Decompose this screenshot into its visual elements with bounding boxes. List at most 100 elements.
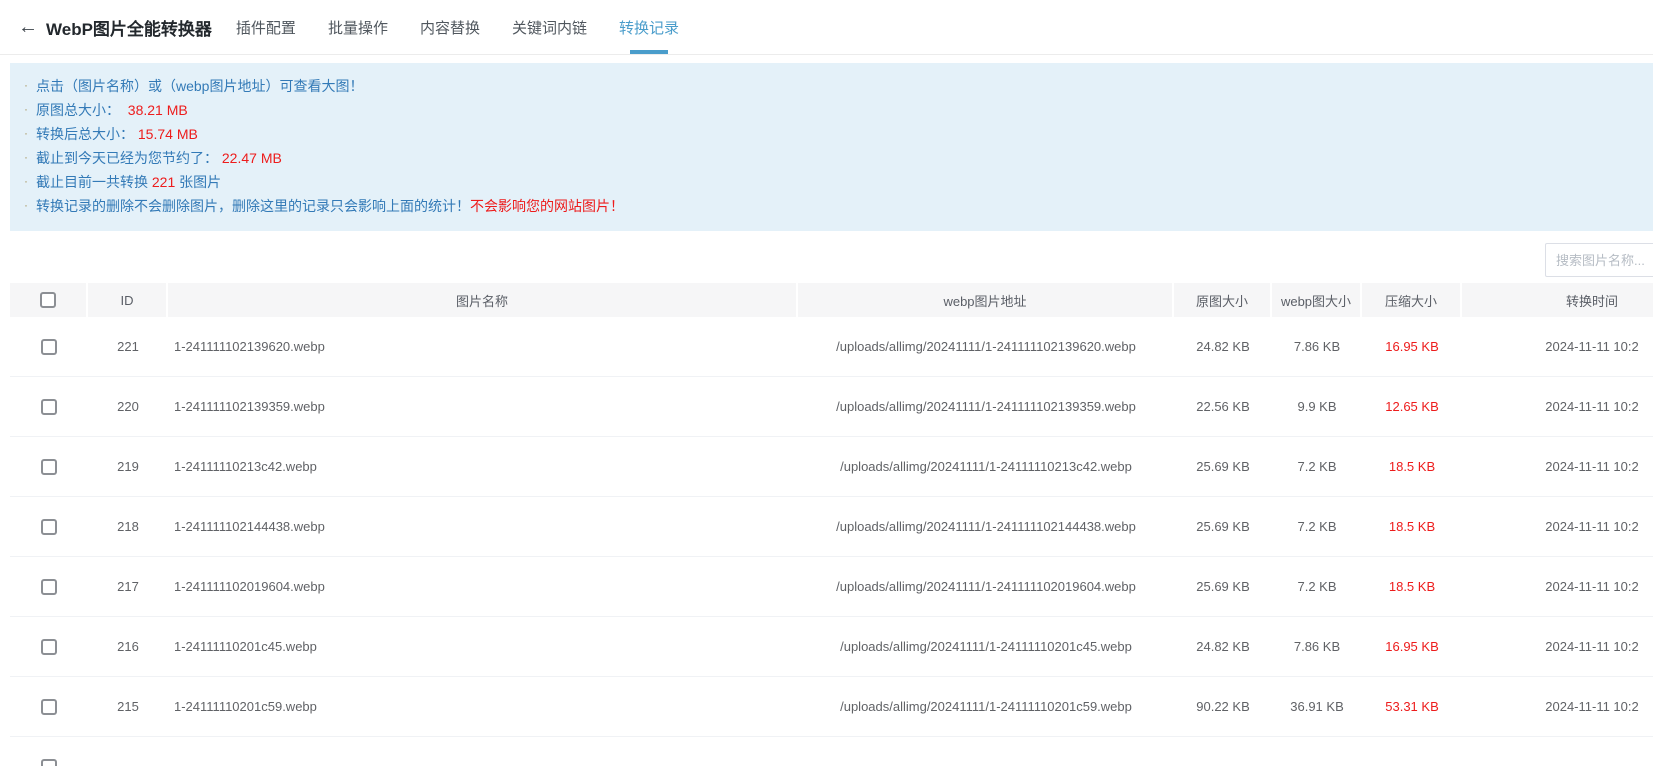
- row-checkbox[interactable]: [41, 699, 57, 715]
- table-row: 220 1-241111102139359.webp /uploads/alli…: [10, 377, 1653, 437]
- row-image-name[interactable]: 1-24111110213c42.webp: [168, 459, 798, 474]
- nav-tab-label: 内容替换: [420, 17, 480, 38]
- row-id: 219: [88, 459, 168, 474]
- row-saved-size: 18.5 KB: [1362, 459, 1462, 474]
- row-checkbox-cell: [10, 459, 88, 475]
- notice-text: 转换后总大小：: [36, 123, 138, 146]
- row-convert-time: 2024-11-11 10:2: [1462, 459, 1653, 474]
- search-input[interactable]: [1545, 243, 1653, 277]
- notice-text-suffix: 张图片: [175, 171, 221, 194]
- row-original-size: 24.82 KB: [1174, 639, 1272, 654]
- notice-line: · 截止目前一共转换 221 张图片: [24, 171, 1633, 195]
- column-header-id: ID: [88, 283, 168, 317]
- row-webp-url[interactable]: /uploads/allimg/20241111/1-24111110201c5…: [798, 699, 1174, 714]
- row-saved-size: 18.5 KB: [1362, 519, 1462, 534]
- row-convert-time: 2024-11-11 10:2: [1462, 399, 1653, 414]
- row-saved-size: 12.65 KB: [1362, 399, 1462, 414]
- row-webp-url[interactable]: /uploads/allimg/20241111/1-2411111020196…: [798, 579, 1174, 594]
- row-original-size: 24.82 KB: [1174, 339, 1272, 354]
- page: ← WebP图片全能转换器 插件配置 批量操作 内容替换 关键词内链: [0, 0, 1653, 766]
- column-header-name: 图片名称: [168, 283, 798, 317]
- row-checkbox-cell: [10, 579, 88, 595]
- notice-box: · 点击（图片名称）或（webp图片地址）可查看大图！ · 原图总大小： 38.…: [10, 63, 1653, 231]
- row-id: 218: [88, 519, 168, 534]
- row-webp-url[interactable]: /uploads/allimg/20241111/1-2411111021444…: [798, 519, 1174, 534]
- topbar: ← WebP图片全能转换器 插件配置 批量操作 内容替换 关键词内链: [0, 0, 1653, 55]
- row-convert-time: 2024-11-11 10:2: [1462, 519, 1653, 534]
- nav-tab[interactable]: 关键词内链: [510, 0, 589, 54]
- row-convert-time: 2024-11-11 10:2: [1462, 339, 1653, 354]
- table-row: 216 1-24111110201c45.webp /uploads/allim…: [10, 617, 1653, 677]
- row-checkbox[interactable]: [41, 519, 57, 535]
- row-checkbox-cell: [10, 399, 88, 415]
- nav-tab-label: 批量操作: [328, 17, 388, 38]
- table-row: 215 1-24111110201c59.webp /uploads/allim…: [10, 677, 1653, 737]
- row-webp-size: 7.86 KB: [1272, 639, 1362, 654]
- notice-text: 转换记录的删除不会删除图片，删除这里的记录只会影响上面的统计！: [36, 195, 470, 218]
- bullet-icon: ·: [24, 98, 28, 121]
- column-header-time: 转换时间: [1462, 283, 1653, 317]
- row-convert-time: 2024-11-11 10:2: [1462, 639, 1653, 654]
- row-convert-time: 2024-11-11 10:2: [1462, 579, 1653, 594]
- column-header-webp-size: webp图大小: [1272, 283, 1362, 317]
- nav-tab[interactable]: 内容替换: [418, 0, 482, 54]
- row-webp-size: 9.9 KB: [1272, 399, 1362, 414]
- table-body: 221 1-241111102139620.webp /uploads/alli…: [10, 317, 1653, 766]
- row-image-name[interactable]: 1-241111102019604.webp: [168, 579, 798, 594]
- row-image-name[interactable]: 1-241111102139359.webp: [168, 399, 798, 414]
- row-checkbox-cell: [10, 339, 88, 355]
- row-saved-size: 18.5 KB: [1362, 579, 1462, 594]
- row-webp-url[interactable]: /uploads/allimg/20241111/1-2411111021393…: [798, 399, 1174, 414]
- row-checkbox[interactable]: [41, 399, 57, 415]
- column-header-saved-size: 压缩大小: [1362, 283, 1462, 317]
- row-id: 221: [88, 339, 168, 354]
- row-image-name[interactable]: 1-24111110201c59.webp: [168, 699, 798, 714]
- row-checkbox[interactable]: [41, 339, 57, 355]
- column-header-url: webp图片地址: [798, 283, 1174, 317]
- row-checkbox[interactable]: [41, 639, 57, 655]
- row-checkbox[interactable]: [41, 759, 57, 766]
- row-checkbox[interactable]: [41, 459, 57, 475]
- row-webp-url[interactable]: /uploads/allimg/20241111/1-24111110213c4…: [798, 459, 1174, 474]
- row-image-name[interactable]: 1-24111110201c45.webp: [168, 639, 798, 654]
- row-webp-url[interactable]: /uploads/allimg/20241111/1-24111110201c4…: [798, 639, 1174, 654]
- nav-tab[interactable]: 转换记录: [617, 0, 681, 54]
- row-checkbox-cell: [10, 519, 88, 535]
- row-webp-size: 7.2 KB: [1272, 459, 1362, 474]
- bullet-icon: ·: [24, 170, 28, 193]
- row-id: 216: [88, 639, 168, 654]
- row-original-size: 25.69 KB: [1174, 519, 1272, 534]
- row-webp-size: 7.2 KB: [1272, 579, 1362, 594]
- back-arrow-icon[interactable]: ←: [18, 0, 46, 54]
- row-image-name[interactable]: 1-241111102144438.webp: [168, 519, 798, 534]
- row-checkbox[interactable]: [41, 579, 57, 595]
- tab-bar: 插件配置 批量操作 内容替换 关键词内链 转换记录: [234, 0, 681, 54]
- nav-tab-label: 转换记录: [619, 17, 679, 38]
- column-header-orig-size: 原图大小: [1174, 283, 1272, 317]
- page-title: WebP图片全能转换器: [46, 0, 212, 54]
- nav-tab[interactable]: 批量操作: [326, 0, 390, 54]
- select-all-checkbox[interactable]: [40, 292, 56, 308]
- row-webp-size: 7.86 KB: [1272, 339, 1362, 354]
- notice-text: 原图总大小：: [36, 99, 128, 122]
- row-original-size: 25.69 KB: [1174, 579, 1272, 594]
- nav-tab[interactable]: 插件配置: [234, 0, 298, 54]
- notice-highlight: 不会影响您的网站图片！: [470, 195, 624, 218]
- notice-highlight: 221: [152, 171, 175, 194]
- row-checkbox-cell: [10, 639, 88, 655]
- notice-highlight: 38.21 MB: [128, 99, 188, 122]
- row-id: 217: [88, 579, 168, 594]
- row-saved-size: 16.95 KB: [1362, 639, 1462, 654]
- notice-text: 截止到今天已经为您节约了：: [36, 147, 222, 170]
- row-saved-size: 53.31 KB: [1362, 699, 1462, 714]
- table-row: 218 1-241111102144438.webp /uploads/alli…: [10, 497, 1653, 557]
- row-saved-size: 16.95 KB: [1362, 339, 1462, 354]
- table-row-partial: [10, 737, 1653, 766]
- notice-line: · 转换记录的删除不会删除图片，删除这里的记录只会影响上面的统计！ 不会影响您的…: [24, 195, 1633, 219]
- notice-text: 点击（图片名称）或（webp图片地址）可查看大图！: [36, 75, 363, 98]
- row-image-name[interactable]: 1-241111102139620.webp: [168, 339, 798, 354]
- bullet-icon: ·: [24, 146, 28, 169]
- row-webp-url[interactable]: /uploads/allimg/20241111/1-2411111021396…: [798, 339, 1174, 354]
- row-checkbox-cell: [10, 759, 88, 766]
- table-row: 221 1-241111102139620.webp /uploads/alli…: [10, 317, 1653, 377]
